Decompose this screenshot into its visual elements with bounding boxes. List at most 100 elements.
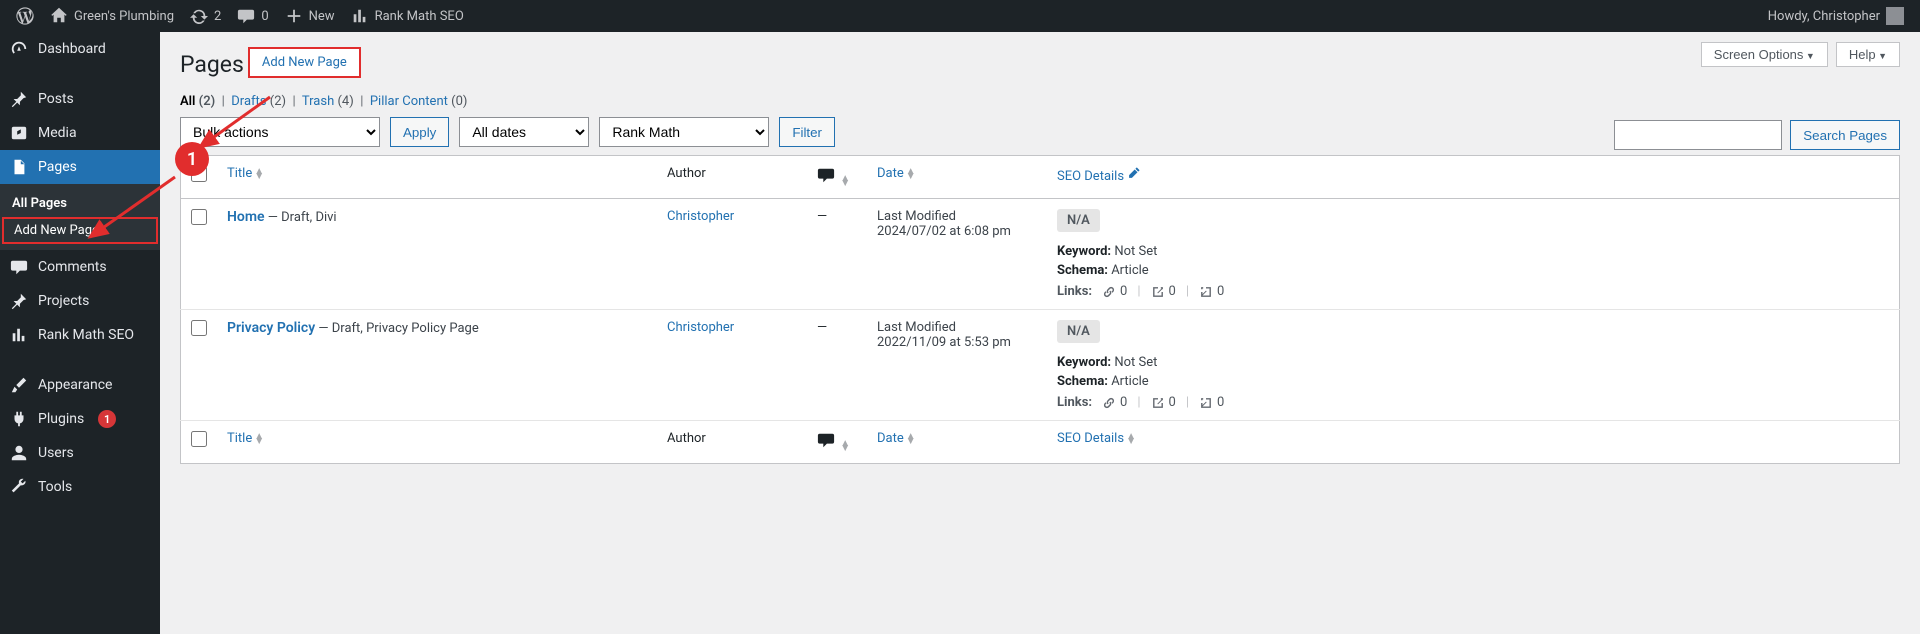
row-title-link[interactable]: Privacy Policy — [227, 320, 315, 336]
wp-logo[interactable] — [8, 0, 42, 32]
submenu-pages: All Pages Add New Page — [0, 184, 160, 250]
submenu-add-new-page[interactable]: Add New Page — [2, 217, 158, 244]
search-button[interactable]: Search Pages — [1790, 120, 1900, 150]
wordpress-icon — [16, 7, 34, 25]
menu-rankmath[interactable]: Rank Math SEO — [0, 318, 160, 352]
updates-link[interactable]: 2 — [182, 0, 229, 32]
menu-posts[interactable]: Posts — [0, 82, 160, 116]
new-label: New — [309, 9, 335, 24]
select-all-checkbox-foot[interactable] — [191, 431, 207, 447]
pin-icon — [10, 292, 28, 310]
row-author-link[interactable]: Christopher — [667, 320, 734, 335]
refresh-icon — [190, 7, 208, 25]
col-author-foot: Author — [657, 421, 807, 464]
external-link-icon — [1151, 396, 1165, 410]
new-link[interactable]: New — [277, 0, 343, 32]
menu-pages[interactable]: Pages — [0, 150, 160, 184]
view-drafts[interactable]: Drafts (2) — [231, 94, 286, 109]
site-name: Green's Plumbing — [74, 9, 174, 24]
view-all[interactable]: All (2) — [180, 94, 215, 109]
incoming-link-icon — [1199, 285, 1213, 299]
row-state: — Draft, Privacy Policy Page — [315, 321, 479, 336]
row-seo: N/A Keyword: Not Set Schema: Article Lin… — [1047, 310, 1900, 421]
bulk-actions-select[interactable]: Bulk actions — [180, 117, 380, 147]
row-date: Last Modified2022/11/09 at 5:53 pm — [867, 310, 1047, 421]
col-title[interactable]: Title▲▼ — [217, 156, 657, 199]
updates-count: 2 — [214, 9, 221, 24]
row-author-link[interactable]: Christopher — [667, 209, 734, 224]
menu-projects[interactable]: Projects — [0, 284, 160, 318]
comments-link[interactable]: 0 — [229, 0, 276, 32]
apply-button[interactable]: Apply — [390, 117, 449, 147]
page-title: Pages — [180, 42, 244, 82]
sort-icon: ▲▼ — [1126, 434, 1136, 444]
list-views: All (2) | Drafts (2) | Trash (4) | Pilla… — [180, 94, 1900, 109]
menu-label: Appearance — [38, 377, 112, 393]
table-row: Privacy Policy — Draft, Privacy Policy P… — [181, 310, 1900, 421]
pencil-icon — [1127, 166, 1141, 180]
row-title-link[interactable]: Home — [227, 209, 265, 225]
site-link[interactable]: Green's Plumbing — [42, 0, 182, 32]
row-comments: — — [807, 199, 867, 310]
chart-bar-icon — [10, 326, 28, 344]
media-icon — [10, 124, 28, 142]
col-comments-foot[interactable]: ▲▼ — [807, 421, 867, 464]
sort-icon: ▲▼ — [840, 441, 850, 451]
submenu-all-pages[interactable]: All Pages — [0, 190, 160, 217]
screen-options-button[interactable]: Screen Options — [1701, 42, 1828, 67]
col-seo[interactable]: SEO Details — [1047, 156, 1900, 199]
row-comments: — — [807, 310, 867, 421]
wrench-icon — [10, 478, 28, 496]
rankmath-select[interactable]: Rank Math — [599, 117, 769, 147]
menu-label: Pages — [38, 159, 77, 175]
col-date[interactable]: Date▲▼ — [867, 156, 1047, 199]
user-icon — [10, 444, 28, 462]
menu-media[interactable]: Media — [0, 116, 160, 150]
menu-tools[interactable]: Tools — [0, 470, 160, 504]
menu-label: Rank Math SEO — [38, 327, 134, 343]
pages-table: Title▲▼ Author ▲▼ Date▲▼ SEO Details Hom… — [180, 155, 1900, 464]
annotation-marker-1: 1 — [175, 142, 209, 176]
content: Screen Options Help Pages Add New Page A… — [160, 32, 1920, 634]
row-date: Last Modified2024/07/02 at 6:08 pm — [867, 199, 1047, 310]
search-input[interactable] — [1614, 120, 1782, 150]
menu-users[interactable]: Users — [0, 436, 160, 470]
link-icon — [1102, 396, 1116, 410]
col-comments[interactable]: ▲▼ — [807, 156, 867, 199]
screen-meta: Screen Options Help — [1701, 42, 1900, 67]
greeting-text: Howdy, Christopher — [1768, 9, 1880, 24]
help-button[interactable]: Help — [1836, 42, 1900, 67]
menu-dashboard[interactable]: Dashboard — [0, 32, 160, 66]
rankmath-link[interactable]: Rank Math SEO — [343, 0, 472, 32]
row-checkbox[interactable] — [191, 209, 207, 225]
view-trash[interactable]: Trash (4) — [302, 94, 354, 109]
menu-plugins[interactable]: Plugins 1 — [0, 402, 160, 436]
menu-label: Media — [38, 125, 77, 141]
filter-button[interactable]: Filter — [779, 117, 835, 147]
view-pillar[interactable]: Pillar Content (0) — [370, 94, 468, 109]
pin-icon — [10, 90, 28, 108]
link-icon — [1102, 285, 1116, 299]
page-icon — [10, 158, 28, 176]
row-seo: N/A Keyword: Not Set Schema: Article Lin… — [1047, 199, 1900, 310]
menu-label: Comments — [38, 259, 107, 275]
row-checkbox[interactable] — [191, 320, 207, 336]
seo-na-badge: N/A — [1057, 320, 1100, 343]
menu-comments[interactable]: Comments — [0, 250, 160, 284]
menu-label: Posts — [38, 91, 74, 107]
user-greeting[interactable]: Howdy, Christopher — [1760, 0, 1912, 32]
comment-icon — [817, 431, 835, 449]
col-title-foot[interactable]: Title▲▼ — [217, 421, 657, 464]
incoming-link-icon — [1199, 396, 1213, 410]
menu-appearance[interactable]: Appearance — [0, 368, 160, 402]
avatar — [1886, 7, 1904, 25]
dashboard-icon — [10, 40, 28, 58]
add-new-page-button[interactable]: Add New Page — [248, 47, 361, 78]
col-date-foot[interactable]: Date▲▼ — [867, 421, 1047, 464]
table-row: Home — Draft, Divi Christopher — Last Mo… — [181, 199, 1900, 310]
sort-icon: ▲▼ — [254, 434, 264, 444]
dates-select[interactable]: All dates — [459, 117, 589, 147]
col-seo-foot[interactable]: SEO Details▲▼ — [1047, 421, 1900, 464]
plug-icon — [10, 410, 28, 428]
menu-label: Plugins — [38, 411, 84, 427]
